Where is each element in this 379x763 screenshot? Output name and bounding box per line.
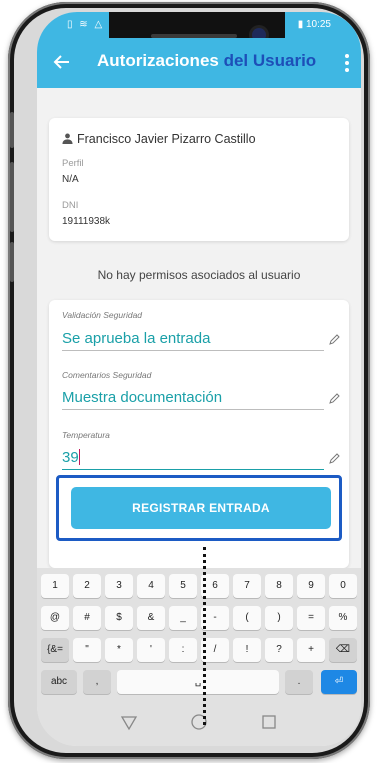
keyboard-key[interactable]: + [297, 638, 325, 662]
keyboard-key[interactable]: & [137, 606, 165, 630]
keyboard-key[interactable]: " [73, 638, 101, 662]
no-permissions-text: No hay permisos asociados al usuario [97, 268, 301, 282]
keyboard-key[interactable]: 1 [41, 574, 69, 598]
backspace-key[interactable]: ⌫ [329, 638, 357, 662]
edit-pencil-icon[interactable] [328, 393, 340, 405]
keyboard-key[interactable]: 5 [169, 574, 197, 598]
dotted-guide-line [203, 547, 206, 725]
keyboard-key[interactable]: 7 [233, 574, 261, 598]
temperatura-input[interactable]: 39 [62, 449, 81, 466]
person-icon [62, 133, 73, 144]
keyboard-key[interactable]: * [105, 638, 133, 662]
keyboard-key[interactable]: ( [233, 606, 261, 630]
temperatura-label: Temperatura [62, 430, 110, 440]
title-part-1: Autorizaciones [97, 51, 219, 70]
keyboard-key[interactable]: 9 [297, 574, 325, 598]
validacion-underline [62, 350, 324, 351]
temperatura-underline [62, 469, 324, 470]
comentarios-underline [62, 409, 324, 410]
registrar-entrada-button[interactable]: REGISTRAR ENTRADA [71, 487, 331, 529]
perfil-value: N/A [62, 174, 79, 185]
keyboard-key[interactable]: 4 [137, 574, 165, 598]
abc-key[interactable]: abc [41, 670, 77, 694]
keyboard-key[interactable]: 3 [105, 574, 133, 598]
keyboard-key[interactable]: ' [137, 638, 165, 662]
keyboard-key[interactable]: ? [265, 638, 293, 662]
keyboard-key[interactable]: 0 [329, 574, 357, 598]
perfil-label: Perfil [62, 158, 84, 169]
keyboard-key[interactable]: 8 [265, 574, 293, 598]
keyboard-key[interactable]: ! [233, 638, 261, 662]
validacion-input[interactable]: Se aprueba la entrada [62, 330, 210, 347]
keyboard-key[interactable]: $ [105, 606, 133, 630]
status-time: ▮ 10:25 [297, 19, 331, 30]
comentarios-input[interactable]: Muestra documentación [62, 389, 222, 406]
power-button [10, 242, 14, 282]
user-name-row: Francisco Javier Pizarro Castillo [62, 132, 256, 146]
period-key[interactable]: . [285, 670, 313, 694]
app-bar: Autorizaciones del Usuario [37, 38, 361, 88]
nav-home-circle-icon[interactable] [189, 712, 209, 732]
more-vert-icon[interactable] [339, 50, 355, 76]
keyboard-key[interactable]: % [329, 606, 357, 630]
comentarios-label: Comentarios Seguridad [62, 370, 152, 380]
keyboard-key[interactable]: # [73, 606, 101, 630]
keyboard-key[interactable]: 2 [73, 574, 101, 598]
volume-up-button [10, 112, 14, 148]
edit-pencil-icon[interactable] [328, 334, 340, 346]
page-title: Autorizaciones del Usuario [97, 51, 316, 71]
title-part-2: del Usuario [223, 51, 317, 70]
volume-down-button [10, 162, 14, 232]
enter-key[interactable]: ⏎ [321, 670, 357, 694]
clock-text: 10:25 [305, 19, 331, 30]
space-key[interactable]: ␣ [117, 670, 279, 694]
comma-key[interactable]: , [83, 670, 111, 694]
validacion-label: Validación Seguridad [62, 310, 143, 320]
keyboard-key[interactable]: = [297, 606, 325, 630]
keyboard-key[interactable]: _ [169, 606, 197, 630]
nav-recents-square-icon[interactable] [259, 712, 279, 732]
symbols-key[interactable]: {&= [41, 638, 69, 662]
keyboard-key[interactable]: @ [41, 606, 69, 630]
screen: ▯ ≋ △ ▪ ▮ 10:25 Autorizaciones del Usuar… [37, 12, 361, 746]
back-arrow-icon[interactable] [49, 49, 75, 75]
numeric-keyboard: 1 2 3 4 5 6 7 8 9 0 @ # $ & _ - ( ) = % … [37, 568, 361, 702]
user-name: Francisco Javier Pizarro Castillo [77, 132, 256, 146]
user-card: Francisco Javier Pizarro Castillo Perfil… [49, 118, 349, 241]
phone-frame: ▯ ≋ △ ▪ ▮ 10:25 Autorizaciones del Usuar… [8, 2, 370, 759]
dni-label: DNI [62, 200, 79, 211]
android-nav-bar [37, 702, 361, 746]
text-cursor [78, 449, 81, 465]
temperatura-value: 39 [62, 449, 79, 466]
nav-back-triangle-icon[interactable] [119, 712, 139, 732]
edit-pencil-icon[interactable] [328, 453, 340, 465]
keyboard-key[interactable]: : [169, 638, 197, 662]
dni-value: 19111938k [62, 216, 111, 227]
keyboard-key[interactable]: ) [265, 606, 293, 630]
status-icons: ▯ ≋ △ ▪ [67, 19, 115, 30]
